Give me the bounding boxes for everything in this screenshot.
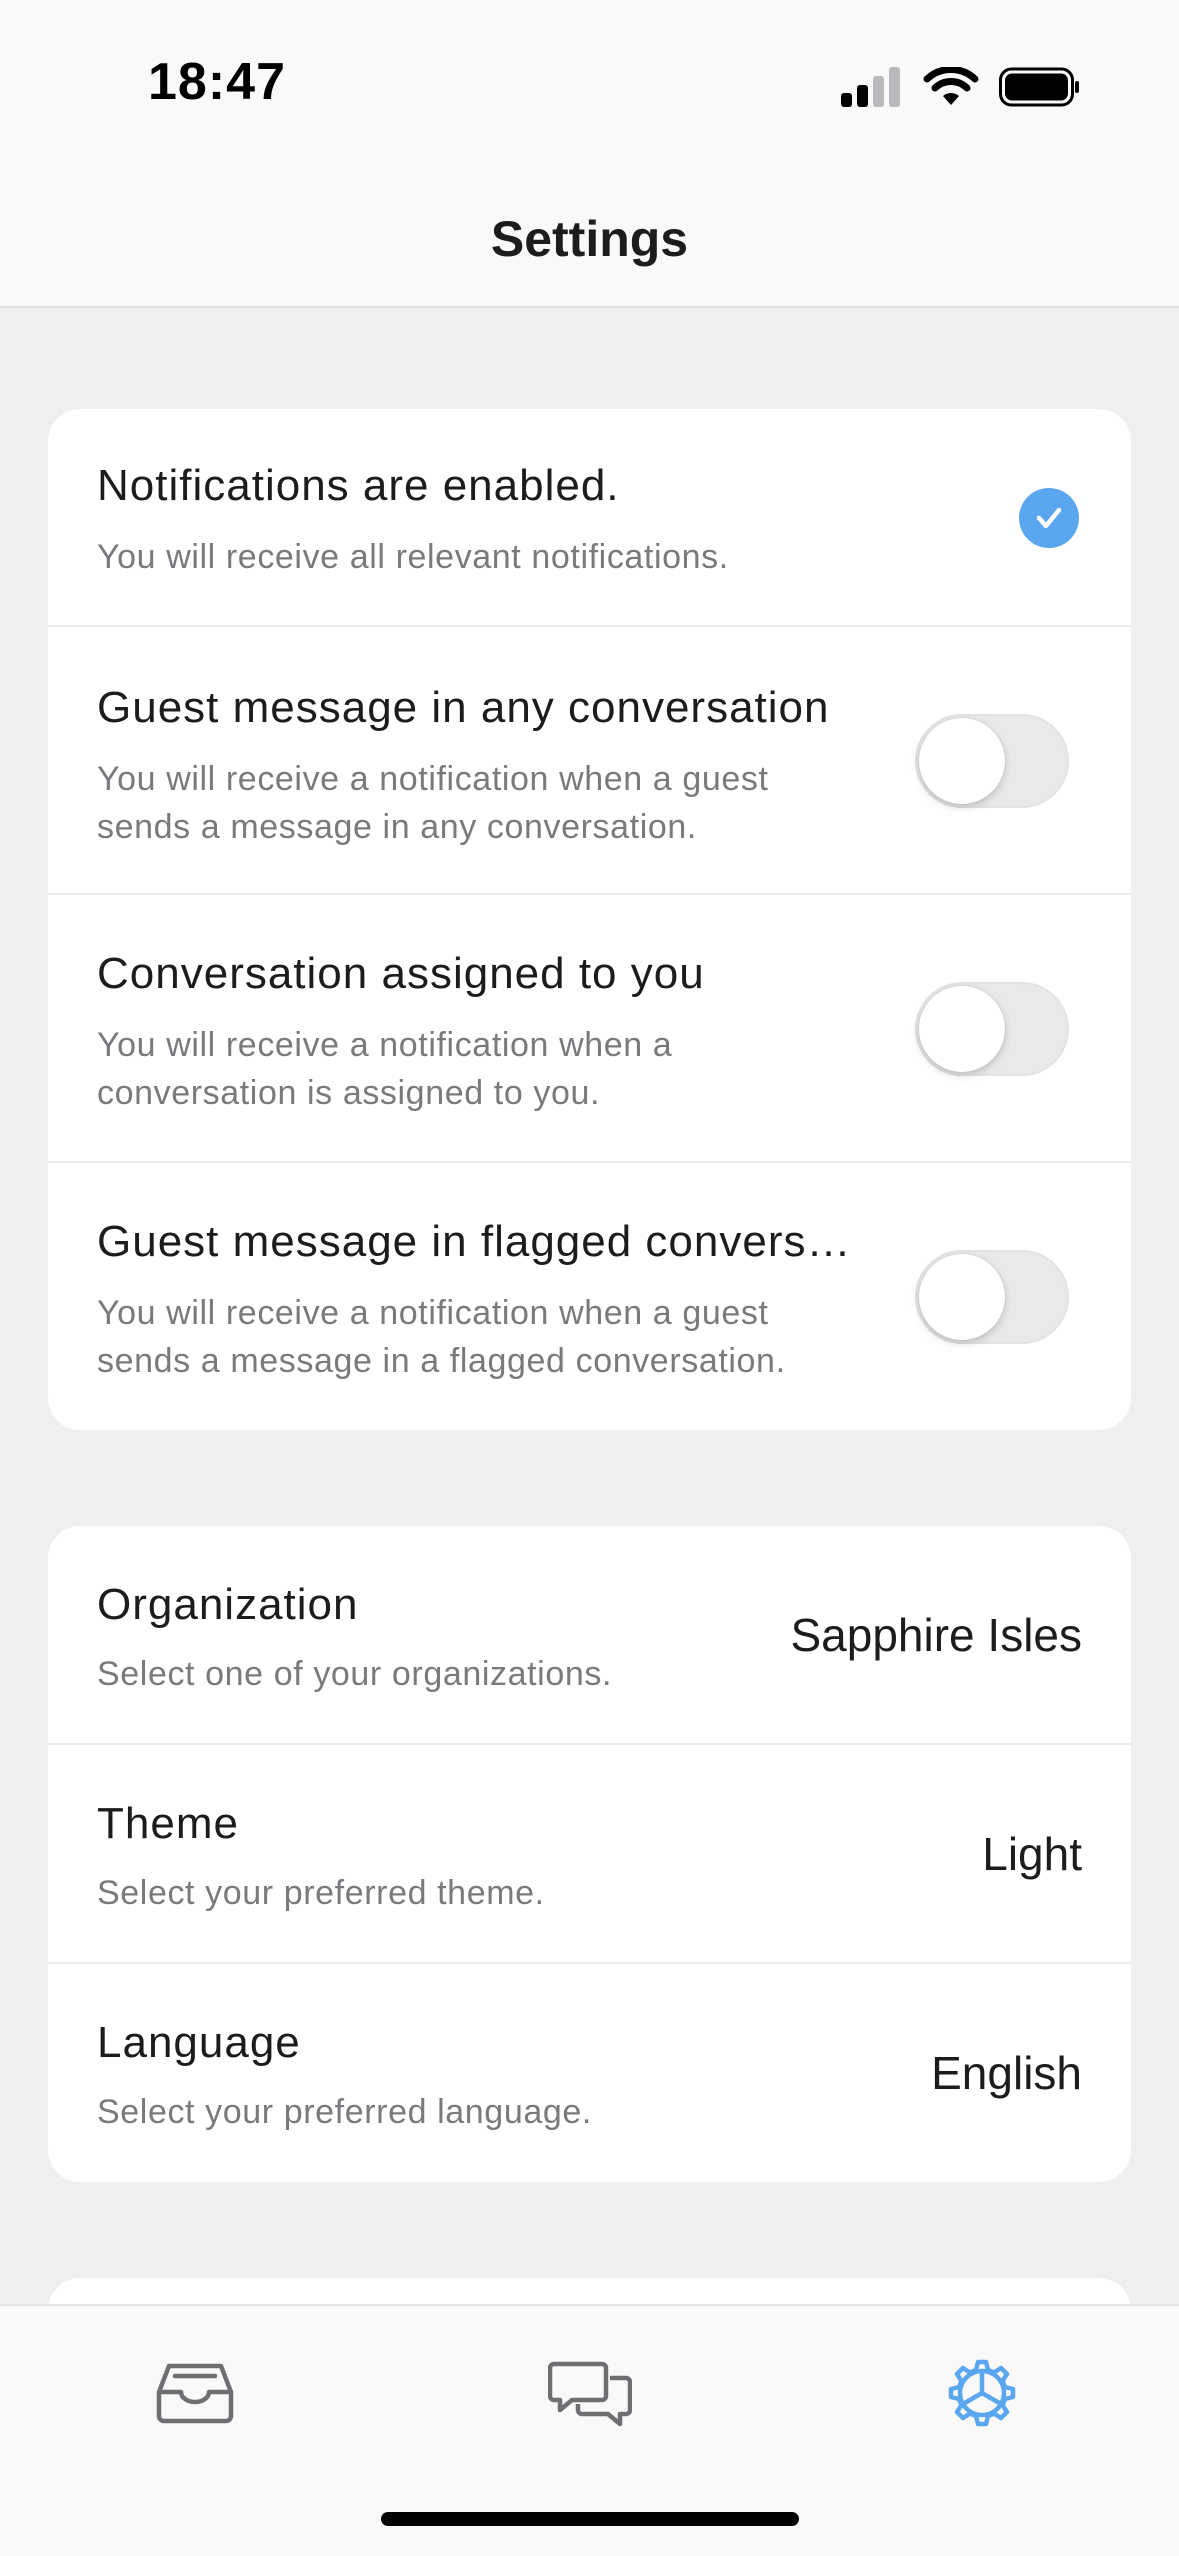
notification-row-guest-any: Guest message in any conversation You wi… bbox=[48, 627, 1131, 895]
notification-subtitle-line2: sends a message in a flagged conversatio… bbox=[97, 1342, 786, 1380]
theme-title: Theme bbox=[97, 1799, 239, 1848]
assigned-toggle[interactable] bbox=[915, 982, 1069, 1076]
toggle-knob bbox=[919, 1254, 1005, 1340]
notification-title: Conversation assigned to you bbox=[97, 949, 705, 998]
notifications-status-title: Notifications are enabled. bbox=[97, 461, 620, 510]
notification-title: Guest message in flagged convers… bbox=[97, 1217, 852, 1266]
notification-subtitle-line2: sends a message in any conversation. bbox=[97, 808, 697, 846]
notification-title: Guest message in any conversation bbox=[97, 683, 830, 732]
organization-title: Organization bbox=[97, 1580, 359, 1629]
tab-inbox[interactable] bbox=[150, 2348, 240, 2438]
language-subtitle: Select your preferred language. bbox=[97, 2093, 592, 2131]
organization-value: Sapphire Isles bbox=[790, 1609, 1083, 1661]
preferences-card: Organization Select one of your organiza… bbox=[48, 1526, 1131, 2182]
language-title: Language bbox=[97, 2018, 301, 2067]
notification-subtitle-line2: conversation is assigned to you. bbox=[97, 1074, 601, 1112]
theme-value: Light bbox=[982, 1828, 1082, 1880]
navigation-header: 18:47 Settings bbox=[0, 0, 1179, 308]
cellular-signal-icon bbox=[841, 67, 900, 107]
notification-subtitle-line1: You will receive a notification when a g… bbox=[97, 1294, 769, 1332]
guest-any-toggle[interactable] bbox=[915, 714, 1069, 808]
notifications-card: Notifications are enabled. You will rece… bbox=[48, 409, 1131, 1430]
toggle-knob bbox=[919, 986, 1005, 1072]
language-value: English bbox=[931, 2047, 1082, 2099]
home-indicator bbox=[381, 2512, 799, 2526]
notification-row-assigned: Conversation assigned to you You will re… bbox=[48, 895, 1131, 1163]
tab-settings[interactable] bbox=[937, 2348, 1027, 2438]
notification-row-flagged: Guest message in flagged convers… You wi… bbox=[48, 1163, 1131, 1430]
notification-subtitle-line1: You will receive a notification when a bbox=[97, 1026, 673, 1064]
settings-screen: 18:47 Settings Notifications are enabled… bbox=[0, 0, 1179, 2556]
status-icons bbox=[841, 62, 1081, 112]
notifications-status-row: Notifications are enabled. You will rece… bbox=[48, 409, 1131, 627]
enabled-check-icon bbox=[1019, 488, 1079, 548]
tab-conversations[interactable] bbox=[545, 2348, 635, 2438]
settings-gear-icon bbox=[948, 2359, 1016, 2427]
toggle-knob bbox=[919, 718, 1005, 804]
page-title: Settings bbox=[490, 211, 689, 267]
theme-row[interactable]: Theme Select your preferred theme. Light bbox=[48, 1745, 1131, 1964]
wifi-icon bbox=[923, 67, 979, 105]
theme-subtitle: Select your preferred theme. bbox=[97, 1874, 545, 1912]
notifications-status-subtitle: You will receive all relevant notificati… bbox=[97, 538, 729, 576]
status-time: 18:47 bbox=[148, 53, 286, 111]
flagged-toggle[interactable] bbox=[915, 1250, 1069, 1344]
battery-icon bbox=[999, 67, 1079, 107]
organization-row[interactable]: Organization Select one of your organiza… bbox=[48, 1526, 1131, 1745]
chat-bubbles-icon bbox=[548, 2361, 632, 2427]
organization-subtitle: Select one of your organizations. bbox=[97, 1655, 612, 1693]
inbox-icon bbox=[156, 2363, 234, 2424]
language-row[interactable]: Language Select your preferred language.… bbox=[48, 1964, 1131, 2182]
notification-subtitle-line1: You will receive a notification when a g… bbox=[97, 760, 769, 798]
